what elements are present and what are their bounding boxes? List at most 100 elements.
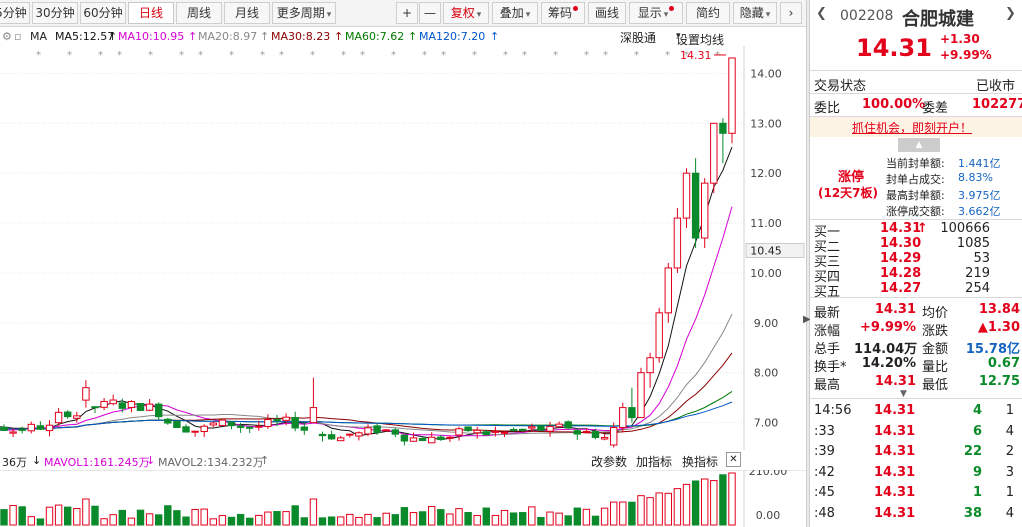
display-dropdown[interactable]: 显示 ▾ (629, 2, 683, 24)
volume-bar (54, 504, 63, 526)
candle-body (127, 401, 136, 408)
candle-body (719, 122, 727, 134)
simple-mode-button[interactable]: 简约 (686, 2, 730, 24)
notification-dot-icon (669, 6, 675, 11)
candle-body (537, 425, 545, 431)
close-indicator-button[interactable]: ✕ (726, 452, 741, 467)
stat-value: 114.04万 (854, 342, 918, 357)
tab-monthly[interactable]: 月线 (224, 2, 270, 24)
seal-ratio-value: 8.83% (958, 171, 993, 184)
volume-chart[interactable]: 210.00 0.00 (0, 470, 806, 527)
forward-arrow-icon[interactable]: ❯ (1005, 6, 1016, 21)
volume-bar (145, 513, 154, 526)
event-star-icon: * (198, 50, 203, 61)
event-star-icon: * (522, 50, 527, 61)
tab-30min[interactable]: 30分钟 (32, 2, 78, 24)
event-star-icon: * (179, 50, 184, 61)
ma-label: MA (30, 30, 48, 43)
limit-turnover-value: 3.662亿 (958, 205, 1001, 218)
event-star-icon: * (603, 50, 608, 61)
promo-link[interactable]: 抓住机会，即刻开户！ (852, 119, 972, 136)
tab-daily[interactable]: 日线 (128, 2, 174, 24)
zoom-out-button[interactable]: — (419, 2, 441, 24)
exchange-link[interactable]: 深股通 (620, 29, 656, 46)
volume-bar (446, 513, 454, 526)
tick-time: :39 (814, 444, 835, 459)
zoom-in-button[interactable]: + (396, 2, 418, 24)
add-indicator-link[interactable]: 加指标 (636, 453, 672, 470)
volume-bar (428, 506, 436, 526)
candle-body (236, 425, 245, 428)
switch-indicator-link[interactable]: 换指标 (682, 453, 718, 470)
volume-bar (36, 518, 45, 526)
back-arrow-icon[interactable]: ❮ (816, 6, 827, 21)
candle-body (400, 434, 409, 442)
candle-body (682, 172, 691, 219)
tab-60min[interactable]: 60分钟 (80, 2, 126, 24)
chips-button[interactable]: 筹码 (541, 2, 585, 24)
limit-turnover-label: 涨停成交额: (886, 205, 945, 218)
max-seal-value: 3.975亿 (958, 189, 1001, 202)
volume-bar (673, 488, 682, 526)
up-arrow-icon: ↑ (334, 30, 344, 43)
price-change-pct: +9.99% (940, 48, 992, 62)
chevron-down-icon: ▾ (765, 10, 771, 20)
up-arrow-icon: ↑ (188, 30, 198, 43)
last-price-marker: 14.31 (680, 49, 712, 62)
up-arrow-icon: ↑ (490, 30, 500, 43)
volume-legend: 36万 ↓ MAVOL1:161.245万 ↓ MAVOL2:134.232万 … (0, 452, 806, 470)
stat-value: 12.75 (978, 374, 1020, 389)
tick-price: 14.31 (874, 403, 916, 418)
stock-name: 合肥城建 (902, 9, 974, 30)
bid-volume: 1085 (956, 236, 990, 251)
volume-bar (227, 516, 236, 526)
volume-bar (373, 517, 381, 526)
candle-body (73, 415, 81, 419)
chevron-right-icon[interactable]: › (780, 2, 802, 24)
volume-bar (582, 508, 591, 526)
candle-body (701, 182, 709, 239)
more-periods-dropdown[interactable]: 更多周期 ▾ (272, 2, 336, 24)
more-periods-label: 更多周期 (276, 6, 325, 20)
volume-bar (9, 505, 17, 526)
candle-body (619, 407, 627, 429)
volume-bar (346, 513, 354, 526)
tick-price: 14.31 (874, 423, 916, 439)
change-params-link[interactable]: 改参数 (591, 453, 627, 470)
volume-bar (610, 501, 618, 526)
candle-body (655, 312, 663, 359)
volume-bar (701, 478, 709, 526)
tab-5min[interactable]: 5分钟 (0, 2, 30, 24)
volume-bar (246, 517, 254, 526)
volume-bar (564, 515, 572, 526)
tab-weekly[interactable]: 周线 (176, 2, 222, 24)
adjust-dropdown[interactable]: 复权 ▾ (443, 2, 489, 24)
seal-ratio-label: 封单占成交: (886, 173, 945, 186)
seal-amount-label: 当前封单额: (886, 157, 945, 170)
event-star-icon: * (36, 50, 41, 61)
volume-bar (491, 514, 500, 526)
ma30-value: MA30:8.23 (271, 30, 331, 43)
stat-value: 14.31 (874, 302, 916, 317)
candle-body (673, 217, 682, 269)
seal-amount-value: 1.441亿 (958, 157, 1001, 170)
hide-dropdown[interactable]: 隐藏 ▾ (733, 2, 777, 24)
calendar-icon[interactable]: ▫ (14, 30, 21, 43)
candle-body (300, 426, 309, 431)
candle-body (391, 429, 400, 435)
candle-body (564, 421, 572, 429)
up-arrow-icon: ↑ (108, 30, 118, 43)
overlay-dropdown[interactable]: 叠加 ▾ (492, 2, 538, 24)
divider (810, 70, 1022, 71)
candlestick-chart[interactable]: * * * * * * * * * * * * * * * * * * * * * * * * * * 14.31 14.0013… (0, 46, 806, 450)
settings-icon[interactable]: ⚙ (2, 30, 12, 43)
tick-volume: 38 (963, 505, 982, 521)
volume-bar (282, 511, 290, 526)
candle-body (409, 437, 418, 442)
candle-body (91, 406, 99, 409)
volume-bar (628, 501, 636, 526)
candle-body (182, 426, 190, 433)
volume-bar (500, 509, 509, 526)
collapse-up-icon[interactable]: ▲ (898, 138, 940, 152)
draw-line-button[interactable]: 画线 (588, 2, 626, 24)
